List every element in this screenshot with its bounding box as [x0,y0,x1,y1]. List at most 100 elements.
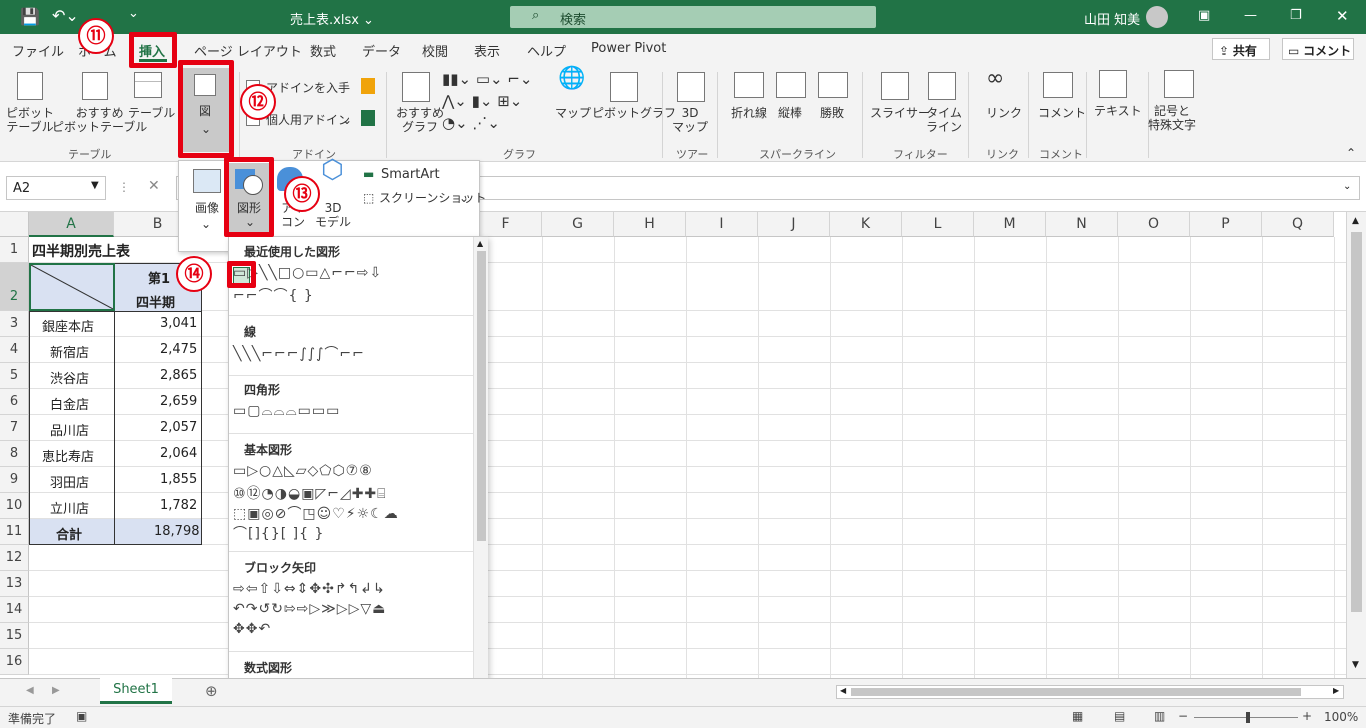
zoom-slider-thumb[interactable] [1246,712,1250,723]
restore-icon[interactable]: ❐ [1290,8,1302,23]
store-cell[interactable]: 渋谷店 [50,368,89,387]
row-header[interactable]: 1 [0,237,29,263]
tab-page-layout[interactable]: ページ レイアウト [194,41,302,60]
pie-chart-icon[interactable]: ◔⌄ ⋰⌄ [442,116,500,131]
row-header[interactable]: 6 [0,389,29,415]
scroll-left-icon[interactable]: ◀ [840,686,846,695]
store-cell[interactable]: 銀座本店 [42,316,94,335]
my-addins-button[interactable]: 個人用アドイン [266,113,350,127]
column-header-g[interactable]: G [542,212,614,237]
comments-button[interactable]: ▭ コメント [1282,38,1354,60]
3d-map-icon[interactable] [677,72,705,102]
search-box[interactable]: ⌕ 検索 [510,6,876,28]
basic-shapes-row[interactable]: ⑩⑫◔◑◒▣◸⌐◿✚✚⌸ [233,483,387,503]
smartart-button[interactable]: SmartArt [381,168,440,182]
link-button[interactable]: リンク [986,106,1022,120]
comment-icon[interactable] [1043,72,1073,98]
scroll-right-icon[interactable]: ▶ [1333,686,1339,695]
sparkline-column-icon[interactable] [776,72,806,98]
sales-cell[interactable]: 2,865 [160,368,197,383]
recommended-charts-icon[interactable] [402,72,430,102]
column-header-f[interactable]: F [470,212,542,237]
column-chart-icon[interactable]: ▮▮⌄ ▭⌄ ⌐⌄ [442,72,533,87]
row-header[interactable]: 15 [0,623,29,649]
map-button[interactable]: マップ [555,106,591,120]
sparkline-winloss-button[interactable]: 勝敗 [820,106,844,120]
horizontal-scrollbar[interactable]: ◀ ▶ [836,685,1344,699]
image-icon[interactable] [193,169,221,193]
minimize-icon[interactable]: — [1244,8,1257,23]
store-cell[interactable]: 立川店 [50,498,89,517]
screenshot-button[interactable]: スクリーンショット [379,191,486,205]
symbols-button[interactable]: 記号と 特殊文字 [1148,104,1196,132]
add-sheet-icon[interactable]: ⊕ [205,682,218,700]
vertical-scrollbar[interactable]: ▲ ▼ [1346,212,1366,678]
link-icon[interactable]: ∞ [986,68,1004,90]
name-box-dropdown-icon[interactable]: ▼ [91,180,99,191]
sales-cell[interactable]: 2,659 [160,394,197,409]
sales-cell[interactable]: 1,855 [160,472,197,487]
column-header-j[interactable]: J [758,212,830,237]
shapes-button[interactable]: 図形 ⌄ [229,163,271,237]
collapse-ribbon-icon[interactable]: ⌃ [1346,146,1356,160]
header-quarter-line1[interactable]: 第1 [148,268,170,287]
selected-cell[interactable] [29,263,115,311]
avatar[interactable] [1146,6,1168,28]
prev-sheet-icon[interactable]: ◀ [26,685,34,696]
sales-cell[interactable]: 1,782 [160,498,197,513]
tab-file[interactable]: ファイル [12,41,64,60]
total-label[interactable]: 合計 [56,524,82,543]
pivottable-button[interactable]: ピボット テーブル [6,106,54,134]
column-header-i[interactable]: I [686,212,758,237]
recent-shapes-row[interactable]: ⌐⌐⌒⌒{ } [233,285,314,305]
row-header[interactable]: 14 [0,597,29,623]
sparkline-winloss-icon[interactable] [818,72,848,98]
zoom-out-icon[interactable]: − [1178,709,1188,723]
scroll-up-icon[interactable]: ▲ [1352,216,1359,226]
user-name[interactable]: 山田 知美 [1084,9,1140,28]
row-header[interactable]: 13 [0,571,29,597]
slicer-icon[interactable] [881,72,909,100]
store-cell[interactable]: 白金店 [50,394,89,413]
tab-review[interactable]: 校閲 [422,41,448,60]
macro-record-icon[interactable]: ▣ [76,709,87,723]
pivot-chart-button[interactable]: ピボットグラフ [592,106,676,120]
sheet-title[interactable]: 四半期別売上表 [32,241,130,261]
sales-cell[interactable]: 2,057 [160,420,197,435]
tab-insert[interactable]: 挿入 [139,41,165,60]
column-header-k[interactable]: K [830,212,902,237]
recommended-charts-button[interactable]: おすすめ グラフ [396,106,444,134]
map-icon[interactable]: 🌐 [558,68,585,90]
row-header[interactable]: 10 [0,493,29,519]
bing-icon[interactable] [361,78,375,94]
store-cell[interactable]: 品川店 [50,420,89,439]
column-header-n[interactable]: N [1046,212,1118,237]
3d-cube-icon[interactable]: ⬡ [321,157,344,183]
scrollbar-thumb[interactable] [1351,232,1362,612]
save-icon[interactable]: 💾 [20,7,40,26]
table-button[interactable]: テーブル [128,106,175,120]
basic-shapes-row[interactable]: ⌒[]{}[ ]{ } [233,523,324,543]
sales-cell[interactable]: 2,064 [160,446,197,461]
undo-icon[interactable]: ↶⌄ [52,6,79,25]
ribbon-display-icon[interactable]: ▣ [1198,8,1210,23]
formula-options-icon[interactable]: ⋮ [118,180,130,194]
tab-view[interactable]: 表示 [474,41,500,60]
zoom-in-icon[interactable]: + [1302,709,1312,723]
close-icon[interactable]: ✕ [1336,7,1349,25]
comment-button[interactable]: コメント [1038,106,1086,120]
expand-formula-icon[interactable]: ⌄ [1343,181,1351,192]
store-cell[interactable]: 羽田店 [50,472,89,491]
get-addins-button[interactable]: アドインを入手 [266,81,350,95]
column-header-a[interactable]: A [29,212,114,237]
row-header[interactable]: 16 [0,649,29,675]
recommended-pivot-icon[interactable] [82,72,108,100]
illustrations-button[interactable]: 図 ⌄ [183,68,229,152]
page-break-icon[interactable]: ▥ [1154,709,1165,723]
recent-shapes-row[interactable]: ▭▷╲╲□○▭△⌐⌐⇨⇩ [233,265,382,281]
block-arrows-row[interactable]: ⇨⇦⇧⇩⇔⇕✥✣↱↰↲↳ [233,581,386,597]
block-arrows-row[interactable]: ✥✥↶ [233,621,271,637]
text-icon[interactable] [1099,70,1127,98]
row-header[interactable]: 11 [0,519,29,545]
sales-cell[interactable]: 3,041 [160,316,197,331]
